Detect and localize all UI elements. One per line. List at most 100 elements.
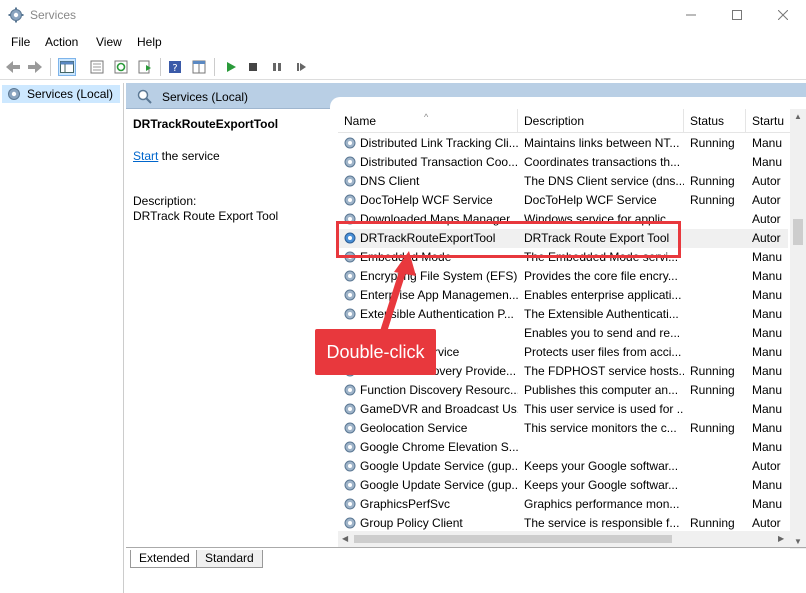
list-header: Name ^ Description Status Startu bbox=[338, 109, 806, 133]
menu-help[interactable]: Help bbox=[137, 35, 162, 49]
service-gear-icon bbox=[344, 460, 356, 472]
description-label: Description: bbox=[133, 194, 197, 208]
sort-up-icon: ^ bbox=[424, 112, 429, 122]
back-button[interactable] bbox=[4, 58, 22, 76]
minimize-icon bbox=[686, 14, 696, 16]
help-button[interactable]: ? bbox=[166, 58, 184, 76]
scroll-down-icon[interactable]: ▼ bbox=[794, 537, 802, 546]
service-name: Extensible Authentication P... bbox=[360, 307, 514, 321]
close-icon bbox=[778, 10, 788, 20]
service-description: This service monitors the c... bbox=[524, 421, 677, 435]
column-header-name[interactable]: Name ^ bbox=[338, 109, 518, 133]
start-service-button[interactable] bbox=[222, 58, 240, 76]
services-gear-icon bbox=[8, 7, 24, 23]
pause-service-button[interactable] bbox=[268, 58, 286, 76]
service-description: The DNS Client service (dns... bbox=[524, 174, 684, 188]
table-row[interactable]: Google Update Service (gup... Keeps your… bbox=[338, 457, 788, 476]
service-startup-type: Manu bbox=[752, 497, 783, 511]
service-gear-icon bbox=[344, 270, 356, 282]
menu-file[interactable]: File bbox=[11, 35, 30, 49]
table-row[interactable]: Encrypting File System (EFS) Provides th… bbox=[338, 267, 788, 286]
table-row[interactable]: Enterprise App Managemen... Enables ente… bbox=[338, 286, 788, 305]
refresh-button[interactable] bbox=[112, 58, 130, 76]
service-startup-type: Autor bbox=[752, 174, 781, 188]
column-header-status[interactable]: Status bbox=[684, 109, 746, 133]
service-status bbox=[690, 478, 746, 494]
menu-action[interactable]: Action bbox=[45, 35, 78, 49]
show-action-pane-button[interactable] bbox=[190, 58, 208, 76]
toolbar: ? bbox=[0, 54, 806, 80]
service-gear-icon bbox=[344, 384, 356, 396]
service-description: DocToHelp WCF Service bbox=[524, 193, 657, 207]
table-row[interactable]: GameDVR and Broadcast Us... This user se… bbox=[338, 400, 788, 419]
scroll-thumb[interactable] bbox=[793, 219, 803, 245]
service-description: Maintains links between NT... bbox=[524, 136, 680, 150]
table-row[interactable]: DNS Client The DNS Client service (dns..… bbox=[338, 172, 788, 191]
table-row[interactable]: Distributed Link Tracking Cli... Maintai… bbox=[338, 134, 788, 153]
scroll-right-icon[interactable]: ▶ bbox=[778, 534, 784, 543]
scroll-left-icon[interactable]: ◀ bbox=[342, 534, 348, 543]
service-status bbox=[690, 345, 746, 361]
service-gear-icon bbox=[344, 479, 356, 491]
service-startup-type: Manu bbox=[752, 383, 783, 397]
tab-extended[interactable]: Extended bbox=[130, 550, 199, 568]
close-button[interactable] bbox=[760, 0, 806, 30]
service-description: The FDPHOST service hosts... bbox=[524, 364, 684, 378]
service-startup-type: Manu bbox=[752, 269, 783, 283]
maximize-button[interactable] bbox=[714, 0, 760, 30]
service-name: Distributed Transaction Coo... bbox=[360, 155, 518, 169]
service-gear-icon bbox=[344, 517, 356, 529]
restart-service-button[interactable] bbox=[292, 58, 310, 76]
menu-view[interactable]: View bbox=[96, 35, 122, 49]
export-list-button[interactable] bbox=[136, 58, 154, 76]
service-startup-type: Autor bbox=[752, 212, 781, 226]
start-service-link[interactable]: Start bbox=[133, 149, 158, 163]
column-header-startup-type[interactable]: Startu bbox=[746, 109, 790, 133]
service-detail-panel: DRTrackRouteExportTool Start the service… bbox=[126, 109, 330, 549]
forward-button[interactable] bbox=[26, 58, 44, 76]
service-startup-type: Manu bbox=[752, 307, 783, 321]
search-gear-icon bbox=[137, 89, 152, 104]
service-description: Publishes this computer an... bbox=[524, 383, 679, 397]
export-list-icon bbox=[138, 60, 151, 74]
play-icon bbox=[227, 62, 236, 72]
services-pane: Services (Local) DRTrackRouteExportTool … bbox=[126, 83, 806, 593]
table-row[interactable]: Extensible Authentication P... The Exten… bbox=[338, 305, 788, 324]
horizontal-scrollbar[interactable]: ◀ ▶ bbox=[338, 531, 790, 547]
service-startup-type: Manu bbox=[752, 402, 783, 416]
column-header-name-label: Name bbox=[344, 114, 377, 128]
tab-standard[interactable]: Standard bbox=[196, 550, 263, 568]
service-status bbox=[690, 326, 746, 342]
service-name: GameDVR and Broadcast Us... bbox=[360, 402, 518, 416]
service-description: Keeps your Google softwar... bbox=[524, 459, 679, 473]
service-name: Group Policy Client bbox=[360, 516, 463, 530]
vertical-scrollbar[interactable]: ▲ ▼ bbox=[790, 109, 806, 549]
service-status bbox=[690, 250, 746, 266]
scroll-up-icon[interactable]: ▲ bbox=[794, 112, 802, 121]
show-hide-console-tree-button[interactable] bbox=[58, 58, 76, 76]
service-name: DocToHelp WCF Service bbox=[360, 193, 493, 207]
table-row[interactable]: Google Update Service (gup... Keeps your… bbox=[338, 476, 788, 495]
minimize-button[interactable] bbox=[668, 0, 714, 30]
service-startup-type: Manu bbox=[752, 155, 783, 169]
title-bar: Services bbox=[0, 0, 806, 30]
window-title: Services bbox=[30, 8, 77, 22]
stop-service-button[interactable] bbox=[244, 58, 262, 76]
console-tree: Services (Local) bbox=[0, 83, 124, 593]
start-service-row: Start the service bbox=[133, 149, 220, 163]
properties-button[interactable] bbox=[88, 58, 106, 76]
horizontal-scroll-thumb[interactable] bbox=[354, 535, 672, 543]
service-description: Enables you to send and re... bbox=[524, 326, 681, 340]
table-row[interactable]: Function Discovery Resourc... Publishes … bbox=[338, 381, 788, 400]
table-row[interactable]: Google Chrome Elevation S... Manu bbox=[338, 438, 788, 457]
table-row[interactable]: DocToHelp WCF Service DocToHelp WCF Serv… bbox=[338, 191, 788, 210]
column-header-description[interactable]: Description bbox=[518, 109, 684, 133]
service-name: Geolocation Service bbox=[360, 421, 468, 435]
tree-item-services-local[interactable]: Services (Local) bbox=[2, 85, 120, 103]
service-startup-type: Autor bbox=[752, 516, 781, 530]
service-startup-type: Autor bbox=[752, 231, 781, 245]
table-row[interactable]: GraphicsPerfSvc Graphics performance mon… bbox=[338, 495, 788, 514]
service-status bbox=[690, 288, 746, 304]
table-row[interactable]: Distributed Transaction Coo... Coordinat… bbox=[338, 153, 788, 172]
table-row[interactable]: Geolocation Service This service monitor… bbox=[338, 419, 788, 438]
